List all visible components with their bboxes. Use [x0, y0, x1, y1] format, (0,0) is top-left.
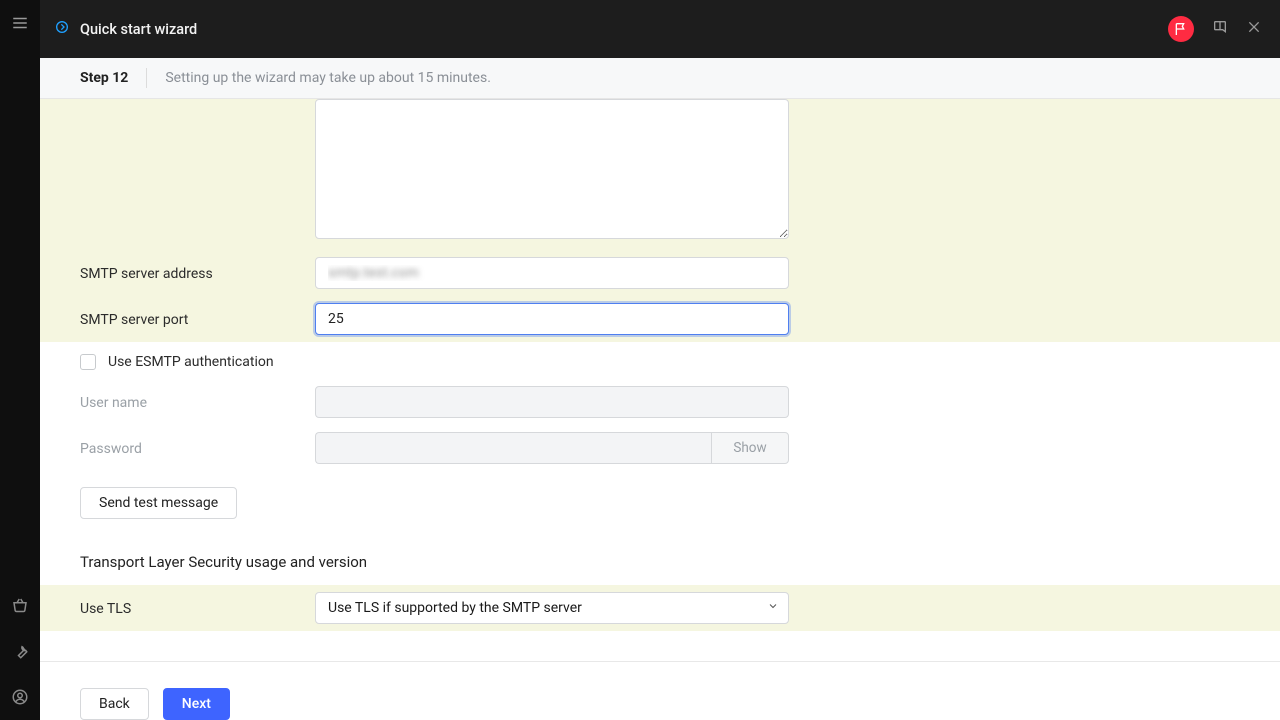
back-button[interactable]: Back	[80, 688, 149, 720]
next-button[interactable]: Next	[163, 688, 230, 720]
smtp-address-label: SMTP server address	[80, 257, 315, 282]
password-label: Password	[80, 432, 315, 457]
password-input	[315, 432, 711, 464]
smtp-port-input[interactable]	[315, 303, 789, 335]
wizard-icon	[54, 19, 70, 39]
step-bar: Step 12 Setting up the wizard may take u…	[40, 58, 1280, 99]
bookmark-icon[interactable]	[1212, 19, 1228, 39]
wizard-content: SMTP server address SMTP server port Use…	[40, 99, 1280, 720]
message-body-textarea[interactable]	[315, 99, 789, 239]
send-test-message-button[interactable]: Send test message	[80, 487, 237, 519]
page-title: Quick start wizard	[80, 21, 197, 38]
smtp-port-label: SMTP server port	[80, 303, 315, 328]
user-circle-icon[interactable]	[11, 688, 29, 710]
app-header: Quick start wizard	[40, 0, 1280, 58]
use-tls-label: Use TLS	[80, 592, 315, 617]
flag-button[interactable]	[1168, 16, 1194, 42]
smtp-address-input[interactable]	[315, 257, 789, 289]
username-input	[315, 386, 789, 418]
tls-section-title: Transport Layer Security usage and versi…	[40, 519, 1280, 585]
close-icon[interactable]	[1246, 19, 1262, 39]
esmtp-auth-checkbox[interactable]	[80, 354, 96, 370]
hamburger-icon[interactable]	[11, 14, 29, 36]
use-tls-value: Use TLS if supported by the SMTP server	[315, 592, 789, 624]
password-show-button: Show	[711, 432, 789, 464]
esmtp-auth-label: Use ESMTP authentication	[108, 354, 274, 370]
basket-icon[interactable]	[11, 596, 29, 618]
username-label: User name	[80, 386, 315, 411]
wizard-footer: Back Next	[40, 661, 1280, 720]
app-sidebar	[0, 0, 40, 720]
step-number: Step 12	[80, 70, 128, 86]
use-tls-select[interactable]: Use TLS if supported by the SMTP server	[315, 592, 789, 624]
step-description: Setting up the wizard may take up about …	[165, 70, 491, 86]
wrench-icon[interactable]	[11, 642, 29, 664]
